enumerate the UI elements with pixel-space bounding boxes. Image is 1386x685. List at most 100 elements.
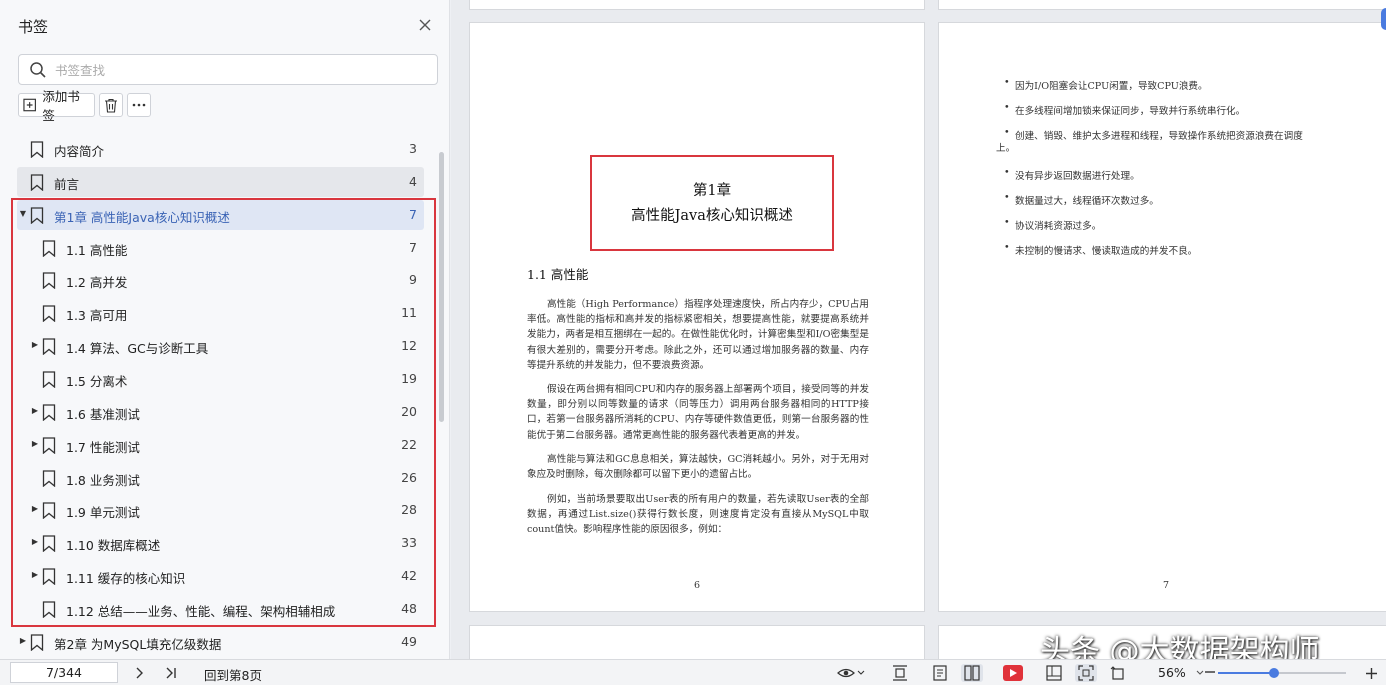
bookmark-item[interactable]: ▶ 1.7 性能测试 22	[17, 430, 424, 460]
bookmark-label: 1.10 数据库概述	[66, 538, 161, 554]
bullet-item: 数据量过大，线程循环次数过多。	[1004, 192, 1159, 207]
back-to-page-link[interactable]: 回到第8页	[204, 665, 262, 684]
bookmark-icon	[30, 207, 44, 227]
play-icon[interactable]	[1002, 664, 1024, 682]
bookmark-item[interactable]: ▶ 1.11 缓存的核心知识 42	[17, 561, 424, 591]
zoom-slider-handle[interactable]	[1269, 668, 1280, 678]
bullet-continuation: 上。	[996, 143, 1016, 154]
bookmark-page-number: 9	[409, 272, 417, 288]
bookmark-panel: 书签 添加书签 内容简介3前言4▼第1章 高性能Java核心知识概述71.1 高…	[0, 0, 450, 659]
bookmark-icon	[42, 469, 56, 490]
collapse-arrow-icon[interactable]: ▼	[18, 209, 28, 218]
bookmark-label: 1.11 缓存的核心知识	[66, 571, 186, 587]
bookmark-label: 1.2 高并发	[66, 275, 128, 291]
expand-arrow-icon[interactable]: ▶	[30, 570, 40, 579]
bookmark-label: 前言	[54, 176, 80, 192]
side-panel-toggle[interactable]	[1381, 8, 1386, 30]
document-viewer[interactable]: 第1章 高性能Java核心知识概述 1.1 高性能 高性能（High Perfo…	[451, 0, 1386, 659]
status-bar: 回到第8页 56%	[0, 659, 1386, 685]
bookmark-item[interactable]: 1.1 高性能 7	[17, 233, 424, 263]
expand-arrow-icon[interactable]: ▶	[30, 406, 40, 415]
more-options-button[interactable]	[127, 93, 151, 117]
bookmark-item[interactable]: 1.3 高可用 11	[17, 298, 424, 328]
single-page-icon[interactable]	[931, 664, 949, 682]
bookmark-label: 1.6 基准测试	[66, 406, 140, 422]
expand-arrow-icon[interactable]: ▶	[30, 537, 40, 546]
bookmark-item[interactable]: ▶ 1.4 算法、GC与诊断工具 12	[17, 331, 424, 361]
bookmark-icon	[42, 338, 56, 358]
paragraph: 高性能与算法和GC息息相关，算法越快，GC消耗越小。另外，对于无用对象应及时删除…	[527, 454, 869, 481]
bookmark-label: 1.5 分离术	[66, 373, 128, 389]
rotate-icon[interactable]	[1108, 664, 1128, 682]
bullet-item: 没有异步返回数据进行处理。	[1004, 167, 1140, 182]
bookmark-page-number: 20	[401, 403, 417, 419]
bookmark-icon	[42, 535, 56, 555]
close-icon[interactable]	[416, 16, 434, 34]
bookmark-page-number: 7	[409, 239, 417, 255]
bookmark-page-number: 26	[401, 469, 417, 485]
bookmark-item[interactable]: 1.5 分离术 19	[17, 364, 424, 394]
bookmark-label: 第1章 高性能Java核心知识概述	[54, 209, 230, 225]
thumbnail-icon[interactable]	[1044, 664, 1064, 682]
expand-arrow-icon[interactable]: ▶	[30, 340, 40, 349]
bookmark-item[interactable]: ▶ 第2章 为MySQL填充亿级数据 49	[17, 627, 424, 657]
page-8-partial	[469, 625, 925, 659]
zoom-out-icon[interactable]	[1204, 663, 1216, 681]
bookmark-item[interactable]: 1.8 业务测试 26	[17, 463, 424, 493]
add-bookmark-button[interactable]: 添加书签	[18, 89, 95, 123]
page-partial-top-left	[469, 0, 925, 10]
eye-mode-icon[interactable]	[836, 664, 866, 682]
bookmark-page-number: 12	[401, 338, 417, 354]
bookmark-icon	[42, 404, 56, 424]
sidebar-scrollbar[interactable]	[439, 152, 444, 422]
bookmark-icon	[30, 634, 44, 654]
page-6: 第1章 高性能Java核心知识概述 1.1 高性能 高性能（High Perfo…	[469, 22, 925, 612]
last-page-icon[interactable]	[164, 664, 178, 682]
next-page-icon[interactable]	[132, 664, 146, 682]
bookmark-item[interactable]: 1.2 高并发 9	[17, 265, 424, 295]
zoom-slider-fill	[1218, 672, 1275, 674]
bookmark-item[interactable]: 内容简介 3	[17, 134, 424, 164]
bookmark-page-number: 33	[401, 535, 417, 551]
bookmark-search[interactable]	[18, 54, 438, 85]
bookmark-page-number: 49	[401, 633, 417, 649]
bookmark-item[interactable]: ▶ 1.10 数据库概述 33	[17, 528, 424, 558]
paragraph: 高性能（High Performance）指程序处理速度快，所占内存少，CPU占…	[527, 299, 869, 371]
expand-arrow-icon[interactable]: ▶	[18, 636, 28, 645]
bookmark-page-number: 28	[401, 502, 417, 518]
bullet-item: 未控制的慢请求、慢读取造成的并发不良。	[1004, 242, 1197, 257]
bookmark-icon	[42, 272, 56, 292]
dual-page-icon[interactable]	[961, 664, 983, 682]
page-number: 6	[694, 580, 701, 591]
bookmark-item[interactable]: ▼ 第1章 高性能Java核心知识概述 7	[17, 199, 424, 230]
expand-arrow-icon[interactable]: ▶	[30, 439, 40, 448]
add-bookmark-icon	[23, 98, 36, 112]
bookmark-label: 1.12 总结——业务、性能、编程、架构相辅相成	[66, 603, 336, 619]
delete-bookmark-button[interactable]	[99, 93, 123, 117]
bookmark-page-number: 42	[401, 568, 417, 584]
page-number-input[interactable]	[10, 662, 118, 683]
fit-page-icon[interactable]	[1075, 664, 1097, 682]
bookmark-icon	[42, 568, 56, 588]
bookmark-icon	[42, 239, 56, 260]
bookmark-page-number: 4	[409, 173, 417, 189]
bookmark-page-number: 19	[401, 370, 417, 386]
zoom-in-icon[interactable]	[1364, 664, 1378, 682]
bullet-item: 创建、销毁、维护太多进程和线程，导致操作系统把资源浪费在调度	[1004, 127, 1303, 142]
zoom-level[interactable]: 56%	[1158, 665, 1186, 680]
bookmark-label: 1.8 业务测试	[66, 472, 140, 488]
bookmark-icon	[30, 141, 44, 161]
bookmark-item[interactable]: 1.12 总结——业务、性能、编程、架构相辅相成 48	[17, 594, 424, 624]
search-input[interactable]	[55, 60, 425, 80]
expand-arrow-icon[interactable]: ▶	[30, 504, 40, 513]
bookmark-label: 1.3 高可用	[66, 308, 128, 324]
search-icon	[30, 62, 46, 78]
bookmark-page-number: 11	[401, 305, 417, 321]
bookmark-item[interactable]: ▶ 1.6 基准测试 20	[17, 397, 424, 427]
bookmark-icon	[42, 371, 56, 391]
bookmark-item[interactable]: 前言 4	[17, 166, 424, 197]
bookmark-item[interactable]: ▶ 1.9 单元测试 28	[17, 495, 424, 525]
fit-width-icon[interactable]	[890, 664, 910, 682]
bullet-item: 协议消耗资源过多。	[1004, 217, 1101, 232]
bookmark-label: 第2章 为MySQL填充亿级数据	[54, 636, 222, 652]
